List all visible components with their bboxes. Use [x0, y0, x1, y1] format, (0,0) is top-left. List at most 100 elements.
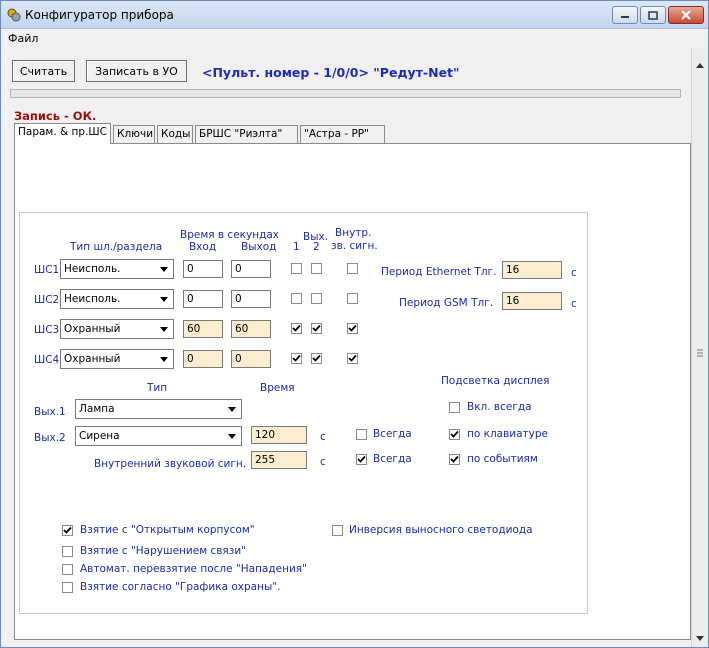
- out2-time-unit: с: [320, 431, 326, 443]
- app-window: Конфигуратор прибора Файл Считать Записа…: [0, 0, 709, 648]
- device-label: <Пульт. номер - 1/0/0> "Редут-Net": [202, 65, 460, 80]
- auto-rearm-label: Автомат. перевзятие после "Нападения": [80, 563, 307, 575]
- gsm-period-label: Период GSM Тлг.: [399, 297, 494, 309]
- grip-icon: [697, 349, 703, 357]
- loop-in-input[interactable]: 0: [183, 350, 223, 368]
- checkmark-icon: [63, 526, 72, 534]
- out1-type-select[interactable]: Лампа: [75, 399, 242, 419]
- internal-sound-time-input[interactable]: 255: [251, 451, 307, 469]
- loop-out-input[interactable]: 0: [231, 350, 271, 368]
- checkmark-icon: [348, 354, 357, 362]
- tab-keys[interactable]: Ключи: [113, 125, 155, 143]
- out2-time-input[interactable]: 120: [251, 426, 307, 444]
- loop-out-input[interactable]: 0: [231, 290, 271, 308]
- checkmark-icon: [312, 324, 321, 332]
- loop-sound-checkbox[interactable]: [347, 293, 358, 304]
- close-button[interactable]: [668, 6, 704, 24]
- backlight-events-label: по событиям: [467, 453, 538, 465]
- loop-sound-checkbox[interactable]: [347, 263, 358, 274]
- tab-params[interactable]: Парам. & пр.ШС: [14, 123, 111, 144]
- header-output-time: Время: [260, 382, 295, 394]
- checkmark-icon: [348, 324, 357, 332]
- link-fail-checkbox[interactable]: [62, 546, 73, 557]
- title-bar: Конфигуратор прибора: [1, 1, 708, 29]
- loop-label: ШС4: [34, 354, 60, 366]
- internal-sound-always-label: Всегда: [373, 453, 412, 465]
- maximize-icon: [648, 10, 658, 20]
- checkmark-icon: [292, 354, 301, 362]
- header-loop-type: Тип шл./раздела: [70, 241, 163, 253]
- out2-label: Вых.2: [34, 432, 66, 444]
- loop-out2-checkbox[interactable]: [311, 263, 322, 274]
- internal-sound-unit: с: [320, 456, 326, 468]
- loop-out2-checkbox[interactable]: [311, 293, 322, 304]
- loop-out1-checkbox[interactable]: [291, 263, 302, 274]
- eth-period-input[interactable]: 16: [502, 261, 562, 279]
- invert-led-checkbox[interactable]: [332, 525, 343, 536]
- backlight-events-checkbox[interactable]: [449, 454, 460, 465]
- header-out1: 1: [293, 241, 300, 253]
- header-time: Время в секундах: [180, 229, 279, 241]
- loop-label: ШС2: [34, 294, 60, 306]
- minimize-button[interactable]: [612, 6, 638, 24]
- read-button[interactable]: Считать: [12, 60, 75, 82]
- loop-label: ШС3: [34, 324, 60, 336]
- backlight-keyboard-checkbox[interactable]: [449, 429, 460, 440]
- checkmark-icon: [450, 455, 459, 463]
- loop-out1-checkbox[interactable]: [291, 323, 302, 334]
- loop-out1-checkbox[interactable]: [291, 353, 302, 364]
- loop-out2-checkbox[interactable]: [311, 323, 322, 334]
- tab-brshs[interactable]: БРШС "Риэлта": [195, 125, 298, 143]
- loop-type-select[interactable]: Охранный: [60, 319, 174, 339]
- backlight-always-label: Вкл. всегда: [467, 401, 532, 413]
- vertical-scrollbar[interactable]: [691, 48, 708, 647]
- progress-bar: [10, 89, 681, 98]
- checkmark-icon: [312, 354, 321, 362]
- loop-out2-checkbox[interactable]: [311, 353, 322, 364]
- invert-led-label: Инверсия выносного светодиода: [349, 524, 533, 536]
- loop-type-select[interactable]: Охранный: [60, 349, 174, 369]
- loop-in-input[interactable]: 60: [183, 320, 223, 338]
- open-case-label: Взятие с "Открытым корпусом": [80, 524, 255, 536]
- loop-in-input[interactable]: 0: [183, 260, 223, 278]
- loop-sound-checkbox[interactable]: [347, 323, 358, 334]
- schedule-checkbox[interactable]: [62, 582, 73, 593]
- chevron-down-icon: [156, 321, 172, 337]
- gsm-period-input[interactable]: 16: [502, 292, 562, 310]
- write-button[interactable]: Записать в УО: [86, 60, 187, 82]
- loop-type-select[interactable]: Неисполь.: [60, 289, 174, 309]
- out2-type-select[interactable]: Сирена: [75, 426, 242, 446]
- header-in: Вход: [189, 241, 217, 253]
- loop-out1-checkbox[interactable]: [291, 293, 302, 304]
- loop-out-input[interactable]: 0: [231, 260, 271, 278]
- loop-sound-checkbox[interactable]: [347, 353, 358, 364]
- internal-sound-always-checkbox[interactable]: [356, 454, 367, 465]
- scroll-thumb[interactable]: [693, 338, 707, 368]
- checkmark-icon: [292, 324, 301, 332]
- window-title: Конфигуратор прибора: [25, 8, 174, 22]
- backlight-title: Подсветка дисплея: [441, 375, 550, 387]
- scroll-down-icon[interactable]: [696, 636, 704, 642]
- minimize-icon: [621, 16, 629, 18]
- header-out2: 2: [313, 241, 320, 253]
- tab-astra[interactable]: "Астра - РР": [300, 125, 385, 143]
- auto-rearm-checkbox[interactable]: [62, 564, 73, 575]
- maximize-button[interactable]: [640, 6, 666, 24]
- chevron-down-icon: [224, 401, 240, 417]
- loop-type-select[interactable]: Неисполь.: [60, 259, 174, 279]
- loop-in-input[interactable]: 0: [183, 290, 223, 308]
- checkmark-icon: [450, 430, 459, 438]
- loop-label: ШС1: [34, 264, 60, 276]
- open-case-checkbox[interactable]: [62, 525, 73, 536]
- header-output-type: Тип: [147, 382, 168, 394]
- loop-out-input[interactable]: 60: [231, 320, 271, 338]
- close-icon: [681, 10, 691, 20]
- out2-always-checkbox[interactable]: [356, 429, 367, 440]
- tab-codes[interactable]: Коды: [157, 125, 193, 143]
- header-internal: Внутр.: [335, 227, 372, 239]
- schedule-label: Взятие согласно "Графика охраны".: [80, 581, 281, 593]
- backlight-always-checkbox[interactable]: [449, 402, 460, 413]
- menu-file[interactable]: Файл: [8, 32, 38, 45]
- checkmark-icon: [357, 455, 366, 463]
- scroll-up-icon[interactable]: [696, 62, 704, 68]
